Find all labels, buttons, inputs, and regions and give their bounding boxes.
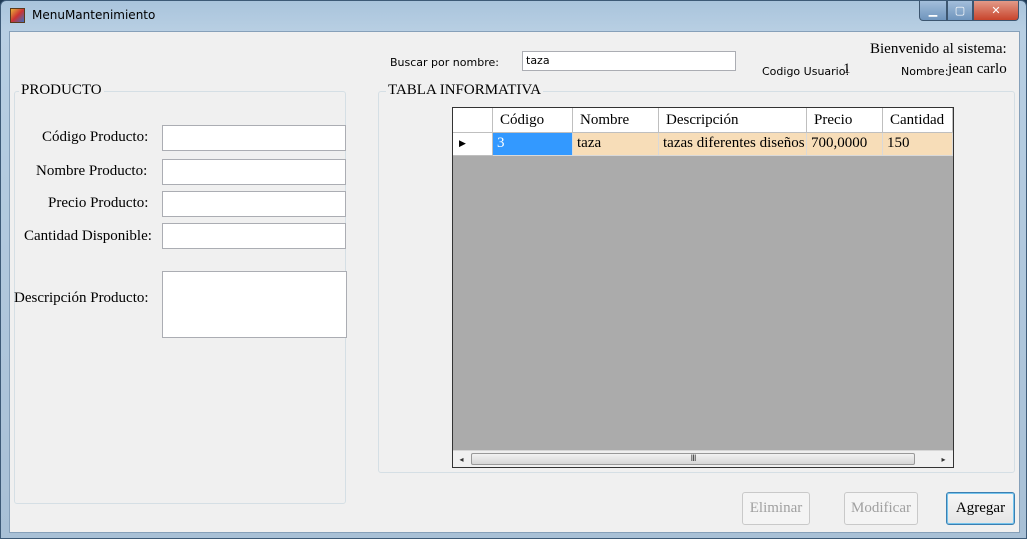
codigo-producto-input[interactable] <box>162 125 346 151</box>
window-title: MenuMantenimiento <box>32 8 156 22</box>
tabla-title: TABLA INFORMATIVA <box>386 82 544 99</box>
form-client-area: Buscar por nombre: taza Bienvenido al si… <box>9 31 1020 533</box>
app-icon[interactable] <box>10 8 25 23</box>
column-header-precio[interactable]: Precio <box>807 108 883 133</box>
user-name-label: Nombre: <box>901 65 949 78</box>
minimize-button[interactable]: ▁ <box>919 1 947 21</box>
producto-title: PRODUCTO <box>19 82 104 99</box>
row-pointer-icon: ▶ <box>459 139 466 149</box>
cell-codigo[interactable]: 3 <box>493 133 573 156</box>
cell-descripcion[interactable]: tazas diferentes diseños <box>659 133 807 156</box>
title-bar[interactable]: MenuMantenimiento ▁ ▢ ✕ <box>1 1 1026 31</box>
column-header-nombre[interactable]: Nombre <box>573 108 659 133</box>
maximize-icon: ▢ <box>954 4 966 17</box>
cell-nombre[interactable]: taza <box>573 133 659 156</box>
cantidad-disponible-label: Cantidad Disponible: <box>24 228 152 244</box>
precio-producto-label: Precio Producto: <box>48 195 149 211</box>
column-header-descripcion[interactable]: Descripción <box>659 108 807 133</box>
main-window: MenuMantenimiento ▁ ▢ ✕ Buscar por nombr… <box>0 0 1027 539</box>
data-grid[interactable]: Código Nombre Descripción Precio Cantida… <box>452 107 954 468</box>
row-header[interactable]: ▶ <box>453 133 493 156</box>
minimize-icon: ▁ <box>928 4 938 17</box>
descripcion-producto-input[interactable] <box>162 271 347 338</box>
cantidad-disponible-input[interactable] <box>162 223 346 249</box>
nombre-producto-input[interactable] <box>162 159 346 185</box>
scroll-right-icon[interactable]: ▸ <box>935 451 952 467</box>
grid-corner[interactable] <box>453 108 493 133</box>
search-label: Buscar por nombre: <box>390 56 499 69</box>
search-input[interactable]: taza <box>522 51 736 71</box>
column-header-codigo[interactable]: Código <box>493 108 573 133</box>
cell-precio[interactable]: 700,0000 <box>807 133 883 156</box>
close-icon: ✕ <box>991 4 1001 17</box>
horizontal-scrollbar[interactable]: ◂ III ▸ <box>453 450 953 467</box>
precio-producto-input[interactable] <box>162 191 346 217</box>
user-code-value: 1 <box>843 61 851 77</box>
user-code-label: Codigo Usuario: <box>762 65 850 78</box>
cell-cantidad[interactable]: 150 <box>883 133 953 156</box>
maximize-button[interactable]: ▢ <box>947 1 973 21</box>
table-row[interactable]: ▶ 3 taza tazas diferentes diseños 700,00… <box>453 133 953 156</box>
descripcion-producto-label: Descripción Producto: <box>14 290 149 306</box>
nombre-producto-label: Nombre Producto: <box>36 163 148 179</box>
codigo-producto-label: Código Producto: <box>42 129 149 145</box>
scroll-thumb[interactable]: III <box>471 453 915 465</box>
scroll-left-icon[interactable]: ◂ <box>453 451 470 467</box>
eliminar-button[interactable]: Eliminar <box>742 492 810 525</box>
agregar-button[interactable]: Agregar <box>946 492 1015 525</box>
column-header-cantidad[interactable]: Cantidad <box>883 108 953 133</box>
user-name-value: jean carlo <box>948 61 1007 77</box>
close-button[interactable]: ✕ <box>973 1 1019 21</box>
welcome-text: Bienvenido al sistema: <box>870 41 1007 57</box>
grid-header: Código Nombre Descripción Precio Cantida… <box>453 108 953 133</box>
modificar-button[interactable]: Modificar <box>844 492 918 525</box>
